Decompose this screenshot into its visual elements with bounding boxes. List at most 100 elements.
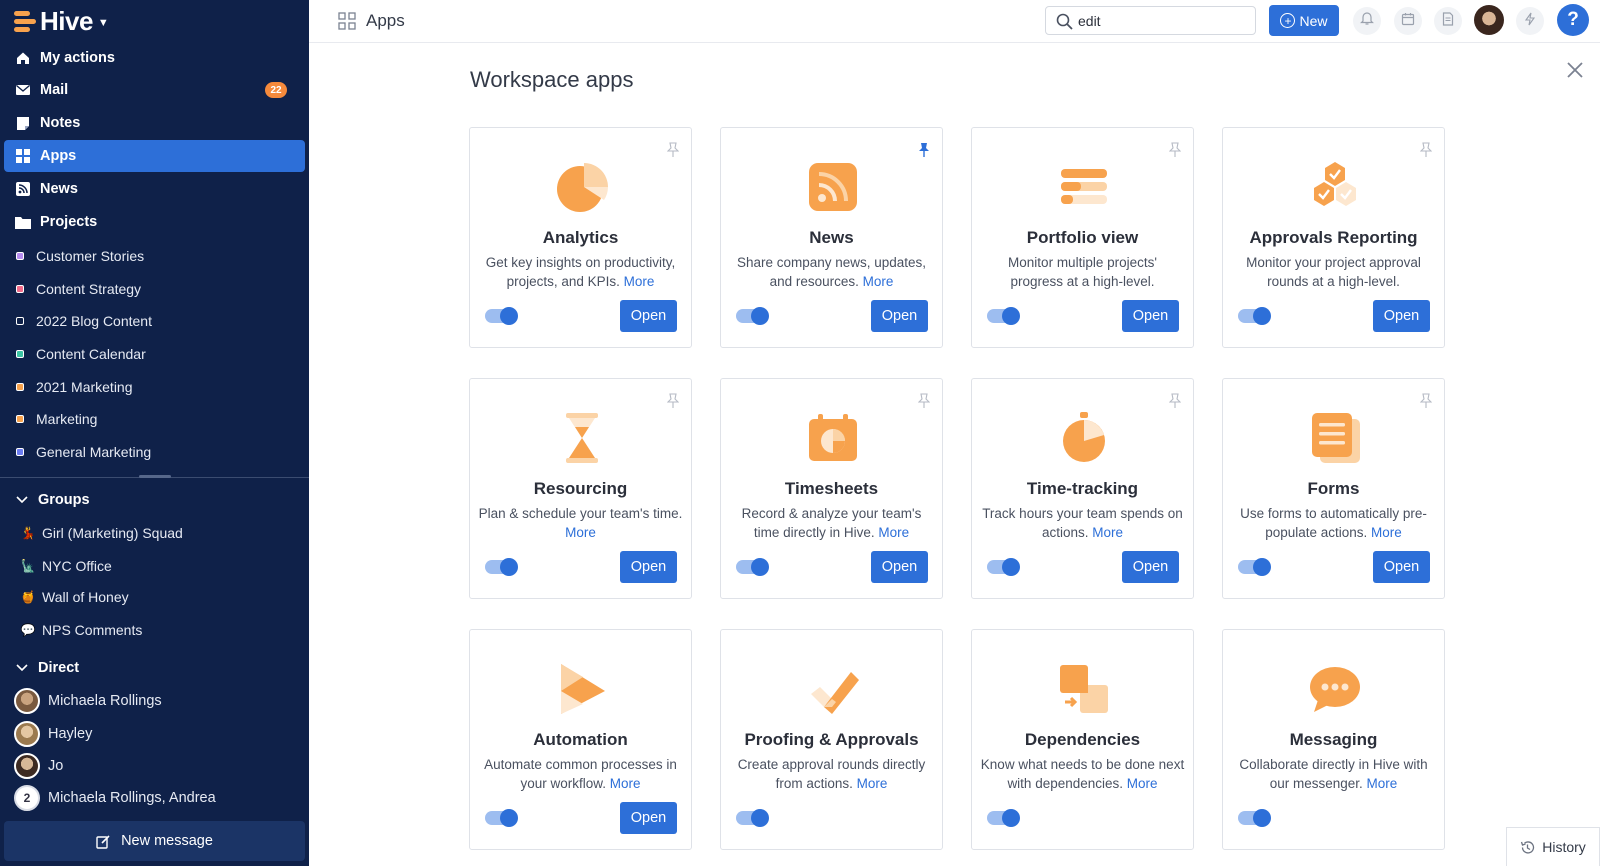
project-item-customer-stories[interactable]: Customer Stories (16, 243, 144, 269)
app-enabled-toggle[interactable] (736, 307, 769, 325)
nav-news[interactable]: News (4, 173, 305, 205)
apps-grid-icon (15, 148, 31, 164)
pin-icon[interactable] (666, 142, 680, 163)
new-button[interactable]: + New (1269, 5, 1339, 36)
app-enabled-toggle[interactable] (736, 558, 769, 576)
app-enabled-toggle[interactable] (1238, 558, 1271, 576)
search-box[interactable] (1045, 6, 1256, 35)
rss-icon (15, 181, 31, 197)
groups-section-toggle[interactable]: Groups (16, 488, 90, 512)
app-card-news: News Share company news, updates, and re… (720, 127, 943, 348)
group-item-wall-of-honey[interactable]: 🍯 Wall of Honey (20, 585, 129, 609)
app-description: Use forms to automatically pre-populate … (1240, 506, 1427, 540)
app-name: Timesheets (784, 479, 879, 498)
project-item-content-strategy[interactable]: Content Strategy (16, 276, 141, 302)
avatar (14, 753, 40, 779)
group-item-nps-comments[interactable]: 💬 NPS Comments (20, 618, 143, 642)
direct-item-michaela-rollings-andrea[interactable]: 2 Michaela Rollings, Andrea (14, 784, 216, 812)
group-item-nyc-office[interactable]: 🗽 NYC Office (20, 554, 112, 578)
history-button[interactable]: History (1506, 827, 1600, 866)
notes-button[interactable] (1434, 7, 1462, 35)
app-enabled-toggle[interactable] (485, 558, 518, 576)
close-button[interactable] (1566, 61, 1584, 84)
group-label: NPS Comments (42, 622, 143, 638)
app-enabled-toggle[interactable] (987, 558, 1020, 576)
pin-icon[interactable] (1419, 393, 1433, 414)
app-enabled-toggle[interactable] (987, 809, 1020, 827)
more-link[interactable]: More (1371, 525, 1402, 540)
app-card-forms: Forms Use forms to automatically pre-pop… (1222, 378, 1445, 599)
nav-projects[interactable]: Projects (4, 206, 305, 238)
notifications-button[interactable] (1353, 7, 1381, 35)
more-link[interactable]: More (857, 776, 888, 791)
nav-mail[interactable]: Mail 22 (4, 74, 305, 106)
lightning-icon (1524, 12, 1536, 31)
direct-section-toggle[interactable]: Direct (16, 656, 79, 680)
project-color-dot (16, 448, 24, 456)
direct-item-michaela-rollings[interactable]: Michaela Rollings (14, 687, 162, 715)
open-button[interactable]: Open (1122, 551, 1179, 583)
open-button[interactable]: Open (1122, 300, 1179, 332)
new-message-button[interactable]: New message (4, 821, 305, 861)
app-enabled-toggle[interactable] (1238, 307, 1271, 325)
open-button[interactable]: Open (620, 551, 677, 583)
search-input[interactable] (1078, 12, 1238, 29)
open-button[interactable]: Open (871, 300, 928, 332)
app-name: Time-tracking (1026, 479, 1139, 498)
direct-label: Jo (48, 758, 64, 774)
open-button[interactable]: Open (620, 300, 677, 332)
bell-icon (1360, 11, 1374, 31)
app-enabled-toggle[interactable] (987, 307, 1020, 325)
apps-grid-icon (338, 12, 356, 35)
project-item-general-marketing[interactable]: General Marketing (16, 439, 151, 465)
app-description: Collaborate directly in Hive with our me… (1239, 757, 1428, 791)
sidebar-resize-handle[interactable] (139, 475, 171, 478)
more-link[interactable]: More (1127, 776, 1158, 791)
project-item-2021-marketing[interactable]: 2021 Marketing (16, 374, 133, 400)
open-button[interactable]: Open (1373, 551, 1430, 583)
direct-item-jo[interactable]: Jo (14, 752, 63, 780)
pin-filled-icon[interactable] (918, 142, 930, 163)
pie-chart-icon (557, 163, 608, 212)
open-button[interactable]: Open (620, 802, 677, 834)
approval-hexagons-icon (1314, 162, 1356, 206)
app-card-portfolio-view: Portfolio view Monitor multiple projects… (971, 127, 1194, 348)
app-enabled-toggle[interactable] (485, 307, 518, 325)
app-description: Know what needs to be done next with dep… (980, 757, 1185, 791)
more-link[interactable]: More (878, 525, 909, 540)
more-link[interactable]: More (1092, 525, 1123, 540)
more-link[interactable]: More (565, 525, 596, 540)
top-bar: Apps + New ? (309, 0, 1600, 43)
pin-icon[interactable] (1168, 142, 1182, 163)
group-label: NYC Office (42, 558, 112, 574)
direct-item-hayley[interactable]: Hayley (14, 720, 92, 748)
project-color-dot (16, 252, 24, 260)
hive-logo[interactable]: Hive ▼ (14, 6, 109, 36)
project-item-content-calendar[interactable]: Content Calendar (16, 341, 146, 367)
chevron-down-icon[interactable]: ▼ (98, 17, 109, 29)
open-button[interactable]: Open (871, 551, 928, 583)
open-button[interactable]: Open (1373, 300, 1430, 332)
group-item-girl-marketing-squad[interactable]: 💃 Girl (Marketing) Squad (20, 521, 183, 545)
pin-icon[interactable] (1168, 393, 1182, 414)
more-link[interactable]: More (610, 776, 641, 791)
nav-my-actions[interactable]: My actions (4, 42, 305, 74)
project-item-marketing[interactable]: Marketing (16, 406, 97, 432)
chevron-down-icon (16, 664, 30, 672)
app-enabled-toggle[interactable] (485, 809, 518, 827)
pin-icon[interactable] (666, 393, 680, 414)
pin-icon[interactable] (1419, 142, 1433, 163)
app-enabled-toggle[interactable] (736, 809, 769, 827)
more-link[interactable]: More (624, 274, 655, 289)
more-link[interactable]: More (1367, 776, 1398, 791)
nav-apps[interactable]: Apps (4, 140, 305, 172)
nav-notes[interactable]: Notes (4, 107, 305, 139)
app-enabled-toggle[interactable] (1238, 809, 1271, 827)
project-item-2022-blog-content[interactable]: 2022 Blog Content (16, 308, 152, 334)
more-link[interactable]: More (863, 274, 894, 289)
calendar-button[interactable] (1394, 7, 1422, 35)
quick-actions-button[interactable] (1516, 7, 1544, 35)
help-button[interactable]: ? (1557, 4, 1589, 36)
user-avatar[interactable] (1474, 5, 1504, 35)
pin-icon[interactable] (917, 393, 931, 414)
